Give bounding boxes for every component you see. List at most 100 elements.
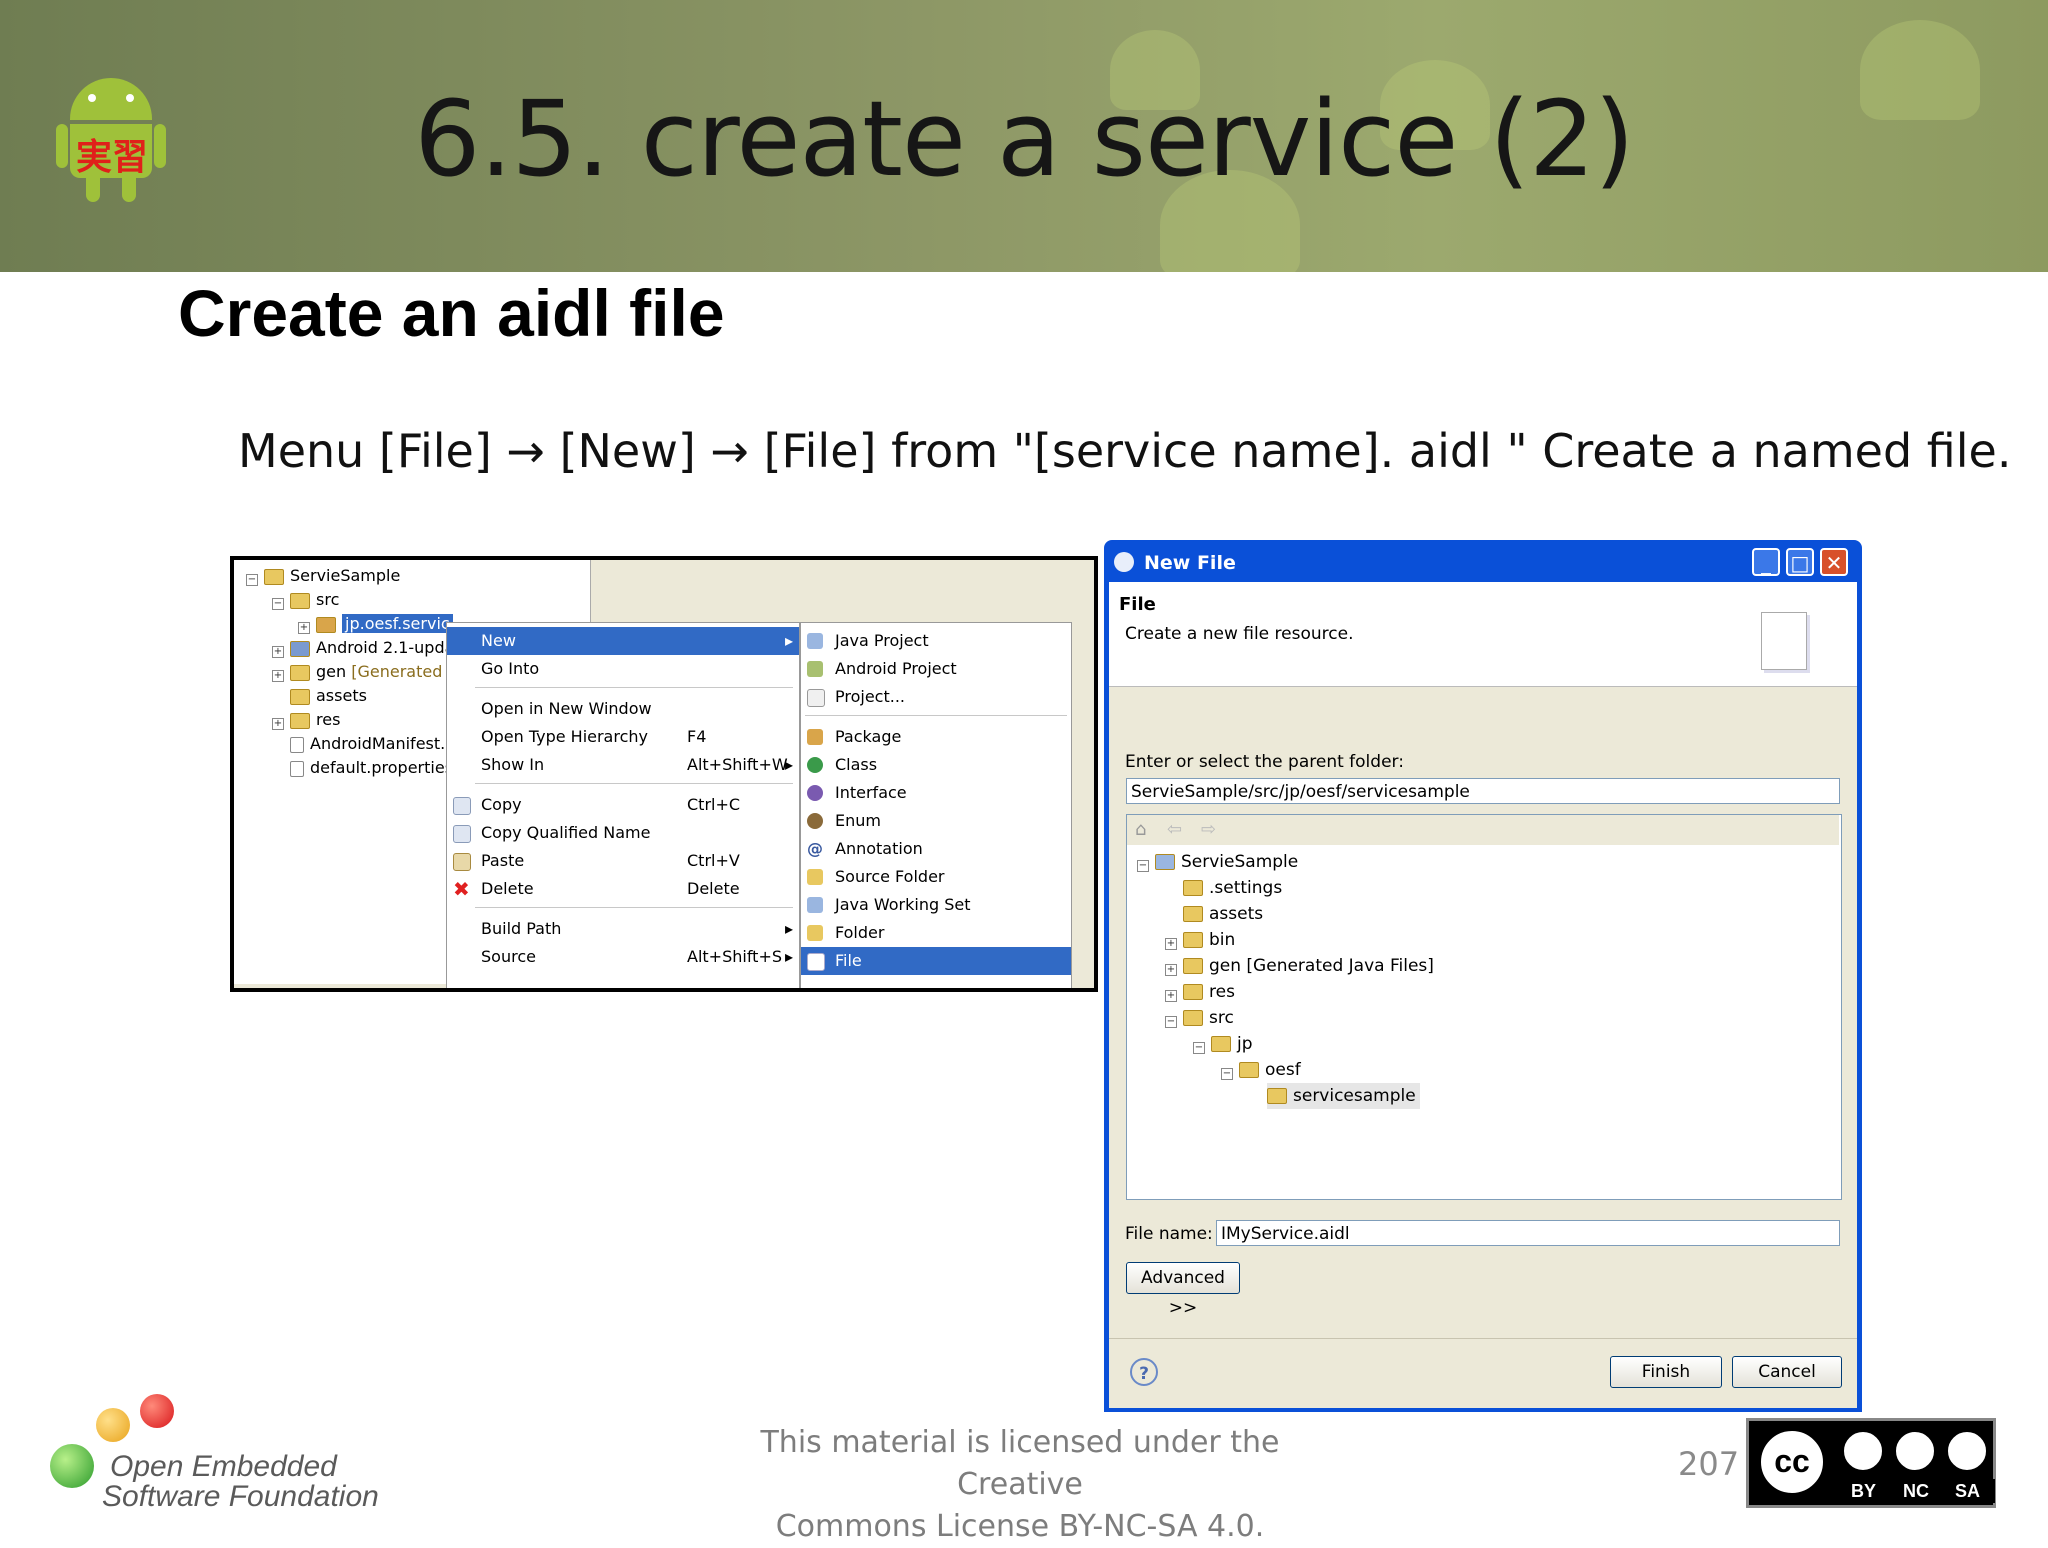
tree-item-android-lib[interactable]: + Android 2.1-upda [272, 636, 454, 660]
tree2-item-servicesample[interactable]: servicesample [1267, 1083, 1420, 1109]
cc-by-label: BY [1851, 1481, 1877, 1501]
folder-icon [1211, 1036, 1231, 1052]
home-icon[interactable]: ⌂ [1135, 819, 1146, 840]
tree2-item-src[interactable]: − src [1165, 1005, 1234, 1031]
folder-icon [1239, 1062, 1259, 1078]
logo-text-line2: Software Foundation [102, 1480, 379, 1513]
expand-icon[interactable]: + [272, 670, 284, 682]
green-dot-icon [50, 1444, 94, 1488]
tree-item-package[interactable]: + jp.oesf.servic [298, 612, 453, 636]
delete-icon: ✖ [453, 877, 470, 901]
tree-item-res[interactable]: + res [272, 708, 340, 732]
tree-item-project[interactable]: − ServieSample [246, 564, 400, 588]
red-dot-icon [140, 1394, 174, 1428]
tree-toolbar: ⌂ ⇦ ⇨ [1127, 815, 1839, 845]
expand-icon[interactable]: + [1165, 938, 1177, 950]
submenu-item-java-working-set[interactable]: Java Working Set [801, 891, 1071, 919]
tree2-item-gen[interactable]: + gen [Generated Java Files] [1165, 953, 1434, 979]
menu-item-show-in[interactable]: Show In Alt+Shift+W ▸ [447, 751, 799, 779]
menu-item-delete[interactable]: ✖ Delete Delete [447, 875, 799, 903]
enum-icon [807, 813, 823, 829]
package-icon [316, 616, 336, 633]
project-icon [1155, 854, 1175, 870]
menu-item-open-type-hierarchy[interactable]: Open Type Hierarchy F4 [447, 723, 799, 751]
submenu-item-android-project[interactable]: Android Project [801, 655, 1071, 683]
source-folder-icon [807, 869, 823, 885]
expand-icon[interactable]: + [1165, 990, 1177, 1002]
menu-item-new[interactable]: New ▸ [447, 627, 799, 655]
expand-icon[interactable]: + [1165, 964, 1177, 976]
tree2-item-bin[interactable]: + bin [1165, 927, 1235, 953]
collapse-icon[interactable]: − [1137, 860, 1149, 872]
oesf-logo: Open Embedded Software Foundation [40, 1394, 400, 1514]
license-line2: Commons License BY-NC-SA 4.0. [775, 1509, 1265, 1544]
tree2-item-res[interactable]: + res [1165, 979, 1235, 1005]
collapse-icon[interactable]: − [1193, 1042, 1205, 1054]
minimize-button[interactable]: _ [1752, 548, 1780, 576]
finish-button[interactable]: Finish [1610, 1356, 1722, 1388]
collapse-icon[interactable]: − [272, 598, 284, 610]
folder-icon [290, 688, 310, 705]
submenu-item-source-folder[interactable]: Source Folder [801, 863, 1071, 891]
tree2-item-assets[interactable]: assets [1165, 901, 1263, 927]
submenu-item-folder[interactable]: Folder [801, 919, 1071, 947]
menu-item-go-into[interactable]: Go Into [447, 655, 799, 683]
menu-item-copy[interactable]: Copy Ctrl+C [447, 791, 799, 819]
parent-folder-input[interactable]: ServieSample/src/jp/oesf/servicesample [1126, 778, 1840, 804]
submenu-item-project[interactable]: Project... [801, 683, 1071, 711]
new-file-dialog: New File _ □ ✕ File Create a new file re… [1104, 540, 1862, 1412]
project-icon [264, 568, 284, 585]
submenu-item-file[interactable]: File [801, 947, 1071, 975]
expand-icon[interactable]: + [298, 622, 310, 634]
package-explorer-screenshot: − ServieSample − src + jp.oesf.servic + Andr… [230, 556, 1098, 992]
advanced-button[interactable]: Advanced >> [1126, 1262, 1240, 1318]
new-submenu: Java Project Android Project Project... … [800, 622, 1072, 988]
submenu-arrow-icon: ▸ [784, 919, 793, 938]
back-icon[interactable]: ⇦ [1167, 819, 1182, 840]
tree-item-assets[interactable]: assets [272, 684, 367, 708]
expand-icon[interactable]: + [272, 646, 284, 658]
sharealike-icon [1945, 1429, 1989, 1473]
tree-item-gen[interactable]: + gen [Generated [272, 660, 442, 684]
submenu-item-package[interactable]: Package [801, 723, 1071, 751]
expand-icon[interactable]: + [272, 718, 284, 730]
forward-icon[interactable]: ⇨ [1201, 819, 1216, 840]
tree2-item-project[interactable]: − ServieSample [1137, 849, 1298, 875]
project-icon [807, 689, 825, 707]
collapse-icon[interactable]: − [246, 574, 258, 586]
maximize-button[interactable]: □ [1786, 548, 1814, 576]
submenu-item-java-project[interactable]: Java Project [801, 627, 1071, 655]
tree-item-manifest[interactable]: AndroidManifest. [272, 732, 445, 756]
tree2-item-oesf[interactable]: − oesf [1221, 1057, 1301, 1083]
file-icon [290, 736, 304, 753]
close-button[interactable]: ✕ [1820, 548, 1848, 576]
menu-item-paste[interactable]: Paste Ctrl+V [447, 847, 799, 875]
cc-icon: cc [1757, 1427, 1827, 1497]
collapse-icon[interactable]: − [1165, 1016, 1177, 1028]
menu-item-open-new-window[interactable]: Open in New Window [447, 695, 799, 723]
tree-item-src[interactable]: − src [272, 588, 339, 612]
file-name-label: File name: [1125, 1224, 1213, 1244]
tree-item-properties[interactable]: default.properties [272, 756, 453, 780]
submenu-item-annotation[interactable]: @ Annotation [801, 835, 1071, 863]
submenu-item-enum[interactable]: Enum [801, 807, 1071, 835]
cancel-button[interactable]: Cancel [1732, 1356, 1842, 1388]
tree2-item-settings[interactable]: .settings [1165, 875, 1282, 901]
folder-icon [1183, 906, 1203, 922]
menu-item-build-path[interactable]: Build Path ▸ [447, 915, 799, 943]
submenu-item-class[interactable]: Class [801, 751, 1071, 779]
menu-item-copy-qualified-name[interactable]: Copy Qualified Name [447, 819, 799, 847]
menu-item-source[interactable]: Source Alt+Shift+S ▸ [447, 943, 799, 971]
folder-icon [290, 712, 310, 729]
folder-tree: ⌂ ⇦ ⇨ − ServieSample .settings assets + bi… [1126, 814, 1842, 1200]
class-icon [807, 757, 823, 773]
submenu-arrow-icon: ▸ [784, 755, 793, 774]
paste-icon [453, 853, 471, 871]
submenu-arrow-icon: ▸ [784, 947, 793, 966]
file-name-input[interactable]: IMyService.aidl [1216, 1220, 1840, 1246]
cc-labels: BY NC SA [1835, 1479, 1995, 1503]
tree2-item-jp[interactable]: − jp [1193, 1031, 1253, 1057]
submenu-item-interface[interactable]: Interface [801, 779, 1071, 807]
help-icon[interactable]: ? [1130, 1358, 1158, 1386]
collapse-icon[interactable]: − [1221, 1068, 1233, 1080]
